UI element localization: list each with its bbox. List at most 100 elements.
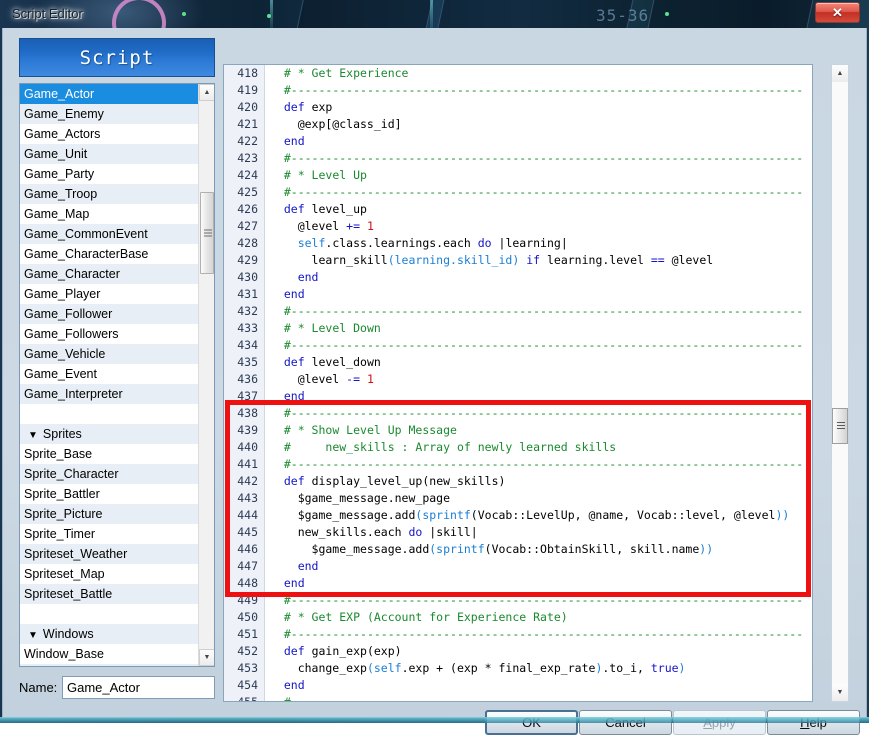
code-token (270, 270, 298, 284)
code-line[interactable]: def display_level_up(new_skills) (270, 473, 812, 490)
script-list-item[interactable]: Sprite_Battler (20, 484, 198, 504)
script-list-item[interactable]: Sprite_Picture (20, 504, 198, 524)
title-bar[interactable]: Script Editor ✕ (0, 0, 869, 28)
code-line[interactable]: def gain_exp(exp) (270, 643, 812, 660)
code-line[interactable]: #---------------------------------------… (270, 150, 812, 167)
script-list-item[interactable]: Game_Actors (20, 124, 198, 144)
code-line[interactable]: #---------------------------------------… (270, 592, 812, 609)
script-list[interactable]: Game_ActorGame_EnemyGame_ActorsGame_Unit… (19, 83, 215, 667)
script-list-item[interactable]: Game_CharacterBase (20, 244, 198, 264)
code-line[interactable]: # * Get Experience (270, 65, 812, 82)
code-line[interactable]: $game_message.add(sprintf(Vocab::ObtainS… (270, 541, 812, 558)
code-line[interactable]: #---------------------------------------… (270, 303, 812, 320)
code-line[interactable]: # new_skills : Array of newly learned sk… (270, 439, 812, 456)
code-line[interactable]: def level_up (270, 201, 812, 218)
code-line[interactable]: end (270, 388, 812, 405)
code-line[interactable]: new_skills.each do |skill| (270, 524, 812, 541)
code-token (270, 695, 284, 702)
script-list-scrollbar[interactable]: ▲ ▼ (198, 84, 214, 666)
script-list-item[interactable]: Spriteset_Map (20, 564, 198, 584)
script-list-item[interactable]: Game_Character (20, 264, 198, 284)
script-list-item[interactable]: Spriteset_Battle (20, 584, 198, 604)
code-line[interactable]: #---------------------------------------… (270, 184, 812, 201)
code-line[interactable]: #---------------------------------------… (270, 82, 812, 99)
code-token: $game_message.new_page (270, 491, 450, 505)
code-editor[interactable]: 4184194204214224234244254264274284294304… (223, 64, 813, 702)
script-list-item[interactable]: Sprite_Timer (20, 524, 198, 544)
code-line[interactable]: @level -= 1 (270, 371, 812, 388)
script-list-item[interactable]: Sprite_Character (20, 464, 198, 484)
code-scrollbar-grip-icon (837, 422, 845, 430)
code-line[interactable]: def level_down (270, 354, 812, 371)
code-line[interactable]: $game_message.add(sprintf(Vocab::LevelUp… (270, 507, 812, 524)
code-line[interactable]: #---------------------------------------… (270, 694, 812, 702)
scrollbar-thumb[interactable] (200, 192, 214, 274)
code-line[interactable]: end (270, 269, 812, 286)
code-token (270, 168, 284, 182)
code-line[interactable]: #---------------------------------------… (270, 337, 812, 354)
window-title: Script Editor (12, 6, 83, 21)
code-token (270, 83, 284, 97)
code-line[interactable]: #---------------------------------------… (270, 626, 812, 643)
script-list-group[interactable]: ▼Sprites (20, 424, 198, 444)
code-line[interactable]: #---------------------------------------… (270, 456, 812, 473)
code-editor-scrollbar[interactable]: ▲ ▼ (831, 64, 849, 702)
code-scroll-up-arrow-icon[interactable]: ▲ (832, 65, 848, 82)
script-list-item[interactable]: Game_Event (20, 364, 198, 384)
code-line[interactable]: # * Level Down (270, 320, 812, 337)
script-list-item[interactable]: Game_Party (20, 164, 198, 184)
code-line[interactable]: end (270, 575, 812, 592)
code-line[interactable]: # * Level Up (270, 167, 812, 184)
script-list-item[interactable]: Game_Follower (20, 304, 198, 324)
script-list-item[interactable]: Spriteset_Weather (20, 544, 198, 564)
script-list-item[interactable]: Game_Vehicle (20, 344, 198, 364)
code-line[interactable]: end (270, 133, 812, 150)
chevron-down-icon: ▼ (28, 630, 38, 641)
code-token: #---------------------------------------… (284, 185, 803, 199)
code-line[interactable]: @level += 1 (270, 218, 812, 235)
script-list-item[interactable]: Window_Base (20, 644, 198, 664)
line-number: 443 (224, 490, 264, 507)
script-list-group[interactable]: ▼Windows (20, 624, 198, 644)
code-line[interactable]: change_exp(self.exp + (exp * final_exp_r… (270, 660, 812, 677)
code-line[interactable]: #---------------------------------------… (270, 405, 812, 422)
line-number: 437 (224, 388, 264, 405)
code-content[interactable]: # * Get Experience #--------------------… (270, 65, 812, 701)
script-list-item[interactable]: Game_Interpreter (20, 384, 198, 404)
code-line[interactable]: end (270, 286, 812, 303)
script-list-item[interactable]: Window_Selectable (20, 664, 198, 666)
code-token (360, 219, 367, 233)
code-line[interactable]: end (270, 677, 812, 694)
script-list-item[interactable]: Game_Player (20, 284, 198, 304)
code-scrollbar-thumb[interactable] (832, 408, 848, 444)
script-list-item[interactable]: Game_Actor (20, 84, 198, 104)
code-line[interactable]: $game_message.new_page (270, 490, 812, 507)
code-token: learning.level (540, 253, 651, 267)
code-line[interactable]: end (270, 558, 812, 575)
code-scroll-down-arrow-icon[interactable]: ▼ (832, 684, 848, 701)
script-list-item[interactable]: Game_Enemy (20, 104, 198, 124)
code-token: level_up (305, 202, 367, 216)
code-line[interactable]: def exp (270, 99, 812, 116)
script-list-item[interactable]: Sprite_Base (20, 444, 198, 464)
code-token (270, 559, 298, 573)
code-token (270, 627, 284, 641)
code-token: if (526, 253, 540, 267)
code-line[interactable]: # * Show Level Up Message (270, 422, 812, 439)
code-token: def (284, 355, 305, 369)
code-line[interactable]: self.class.learnings.each do |learning| (270, 235, 812, 252)
code-token: .exp + (exp * final_exp_rate (402, 661, 596, 675)
close-button[interactable]: ✕ (815, 2, 860, 23)
code-token: def (284, 100, 305, 114)
script-list-item[interactable]: Game_Troop (20, 184, 198, 204)
scroll-down-arrow-icon[interactable]: ▼ (199, 649, 215, 666)
scroll-up-arrow-icon[interactable]: ▲ (199, 84, 215, 101)
code-line[interactable]: learn_skill(learning.skill_id) if learni… (270, 252, 812, 269)
script-list-item[interactable]: Game_Followers (20, 324, 198, 344)
script-list-item[interactable]: Game_CommonEvent (20, 224, 198, 244)
script-list-item[interactable]: Game_Unit (20, 144, 198, 164)
code-line[interactable]: @exp[@class_id] (270, 116, 812, 133)
script-list-item[interactable]: Game_Map (20, 204, 198, 224)
code-line[interactable]: # * Get EXP (Account for Experience Rate… (270, 609, 812, 626)
name-input[interactable] (62, 676, 215, 699)
